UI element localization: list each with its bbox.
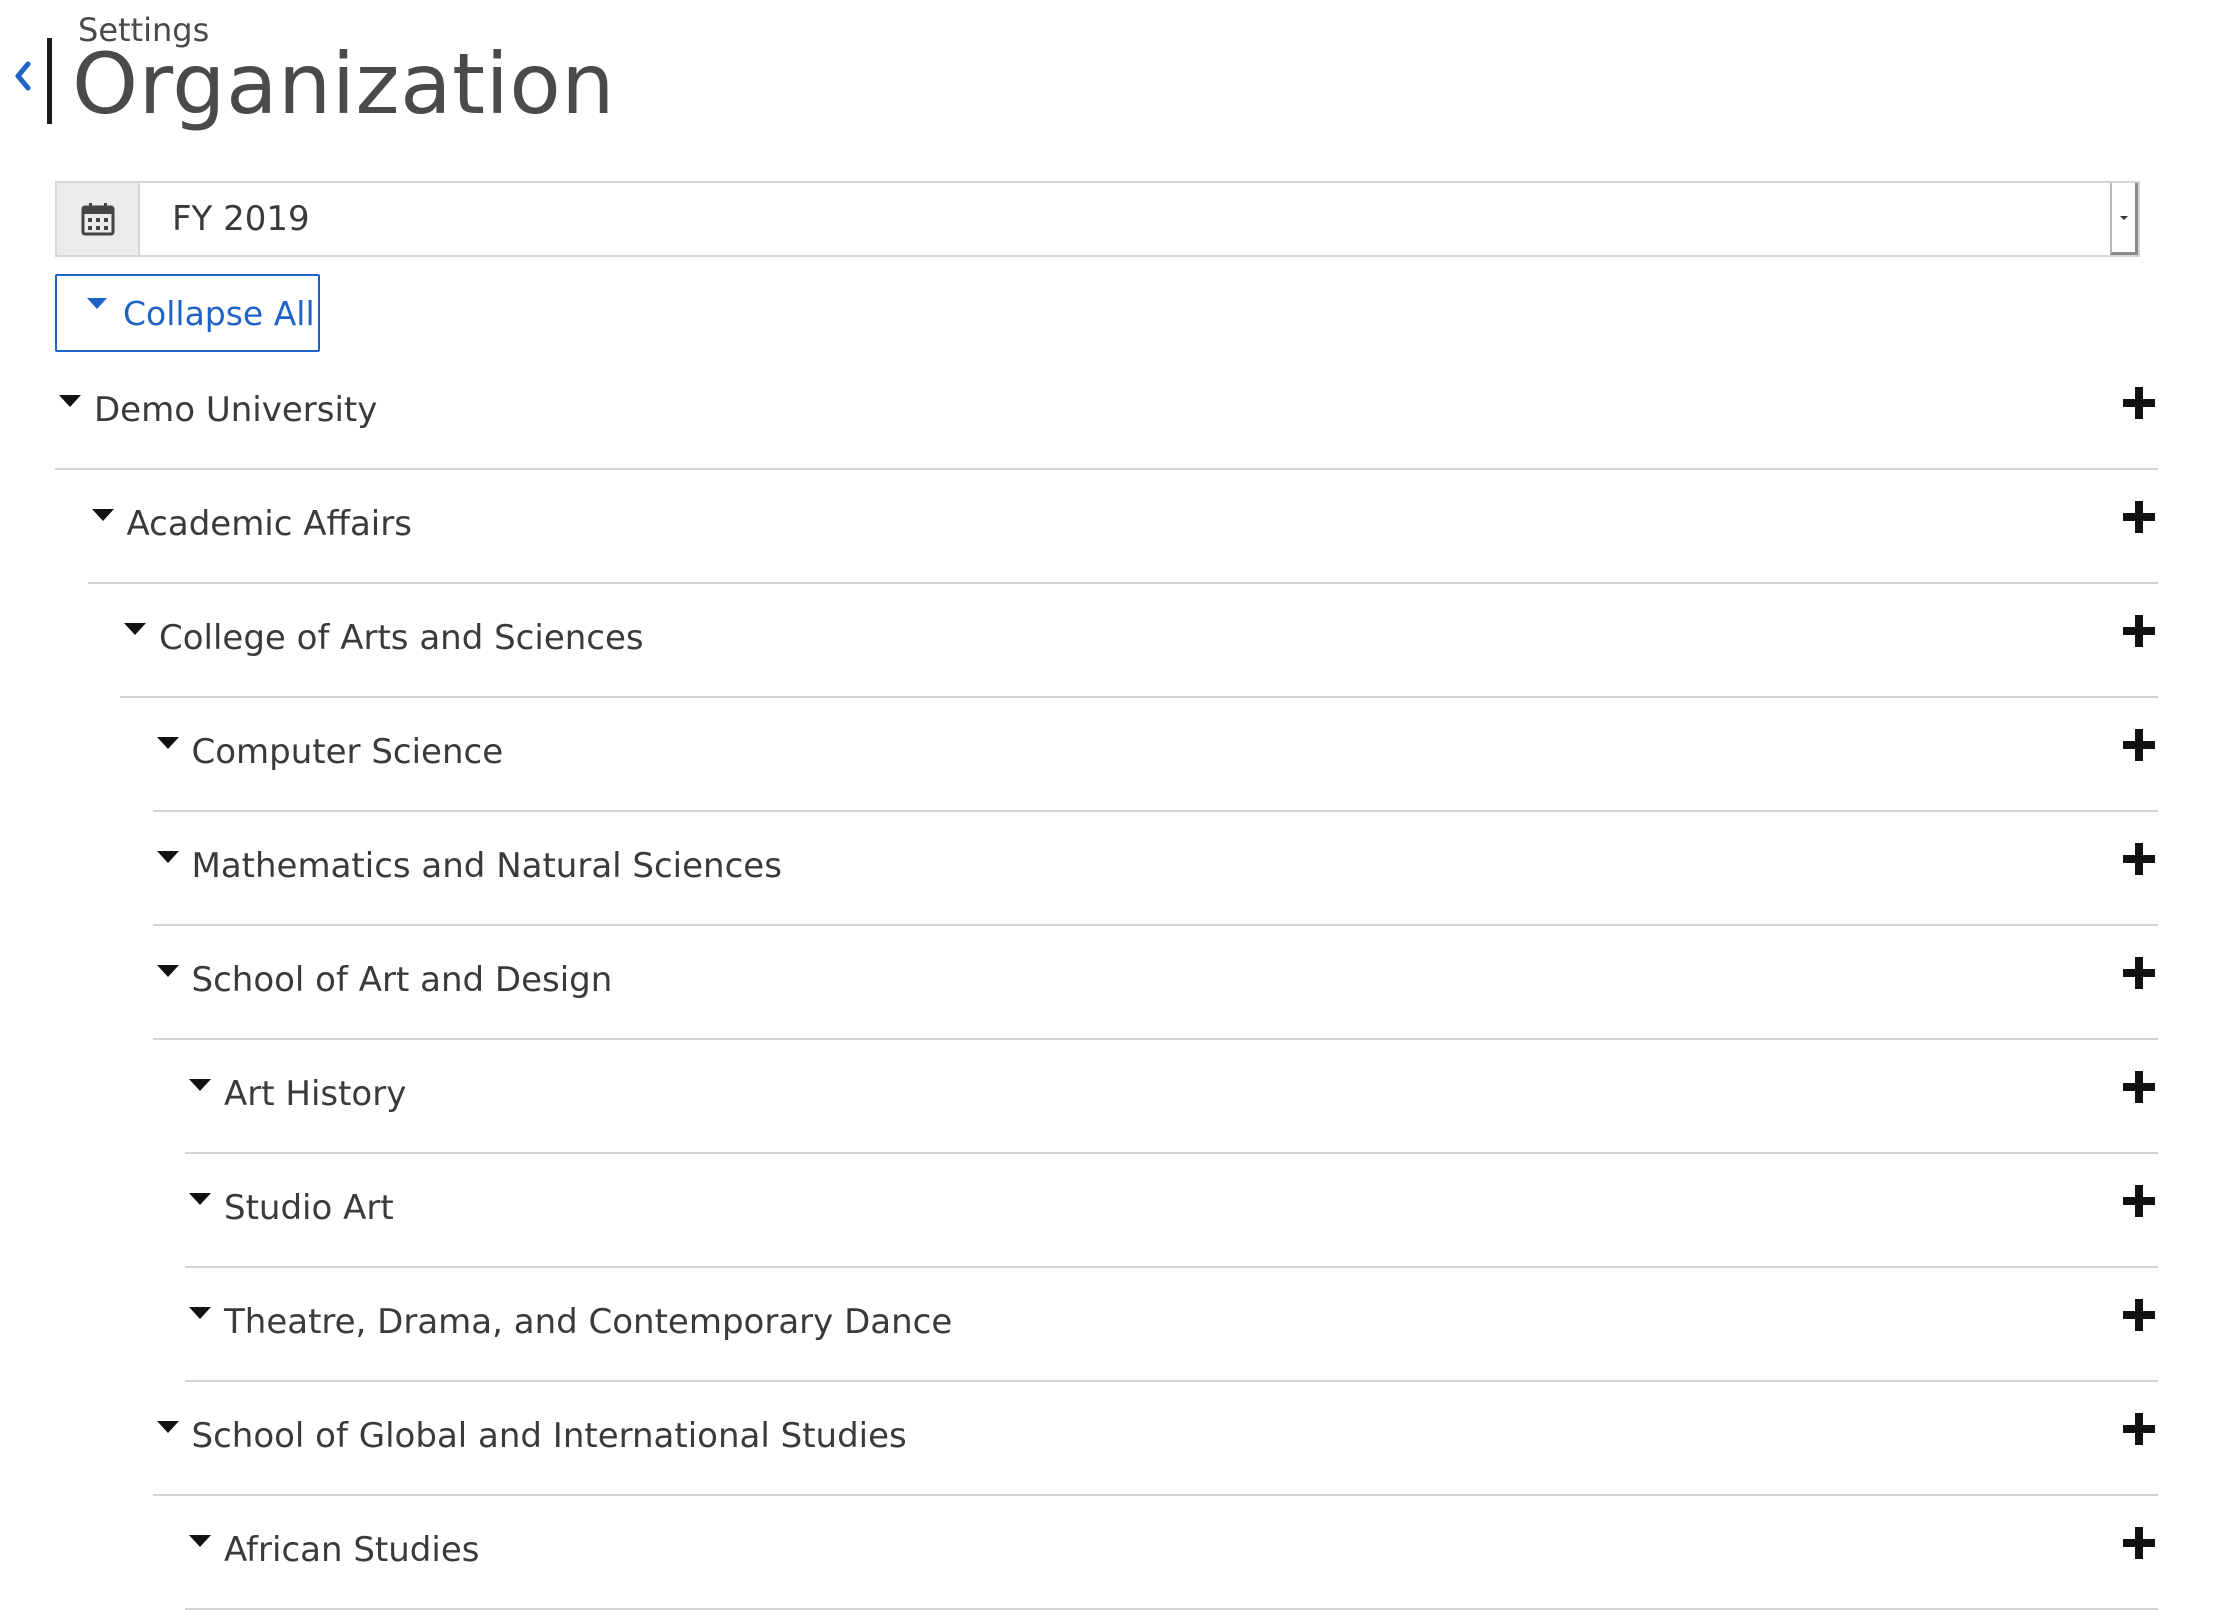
tree-row-label: Mathematics and Natural Sciences	[191, 846, 782, 886]
tree-row-label: African Studies	[224, 1530, 480, 1570]
caret-down-icon[interactable]	[189, 1192, 211, 1206]
caret-down-icon[interactable]	[124, 622, 146, 636]
tree-row-label: School of Art and Design	[191, 960, 613, 1000]
back-button[interactable]	[10, 56, 36, 100]
tree-row[interactable]: African Studies	[185, 1496, 2158, 1610]
chevron-left-icon	[13, 59, 33, 97]
tree-row[interactable]: Art History	[185, 1040, 2158, 1154]
caret-down-icon[interactable]	[91, 508, 114, 522]
plus-icon[interactable]	[2120, 1296, 2158, 1334]
tree-row[interactable]: College of Arts and Sciences	[120, 584, 2158, 698]
fiscal-year-value: FY 2019	[172, 199, 310, 239]
plus-icon[interactable]	[2120, 384, 2158, 422]
page-header: Settings Organization	[0, 0, 2224, 133]
tree-row-label: School of Global and International Studi…	[191, 1416, 907, 1456]
tree-row-label: Demo University	[94, 390, 378, 430]
caret-down-icon[interactable]	[189, 1078, 211, 1092]
plus-icon[interactable]	[2120, 1410, 2158, 1448]
plus-icon[interactable]	[2120, 498, 2158, 536]
page-title: Organization	[72, 35, 616, 133]
caret-down-icon[interactable]	[156, 1420, 179, 1434]
caret-down-icon[interactable]	[156, 964, 179, 978]
plus-icon[interactable]	[2120, 1182, 2158, 1220]
tree-row-label: Studio Art	[224, 1188, 394, 1228]
plus-icon[interactable]	[2120, 954, 2158, 992]
caret-down-icon[interactable]	[156, 736, 179, 750]
collapse-all-button[interactable]: Collapse All	[55, 274, 320, 352]
plus-icon[interactable]	[2120, 1524, 2158, 1562]
caret-down-icon[interactable]	[189, 1534, 211, 1548]
tree-row-label: Theatre, Drama, and Contemporary Dance	[224, 1302, 953, 1342]
caret-down-icon	[87, 298, 107, 309]
fiscal-year-select[interactable]: FY 2019	[55, 181, 2140, 257]
tree-row[interactable]: Academic Affairs	[87, 470, 2158, 584]
dropdown-caret-icon[interactable]	[2110, 183, 2138, 255]
plus-icon[interactable]	[2120, 726, 2158, 764]
caret-down-icon[interactable]	[156, 850, 179, 864]
tree-row[interactable]: Computer Science	[152, 698, 2158, 812]
caret-down-icon[interactable]	[59, 394, 81, 408]
tree-row[interactable]: Studio Art	[185, 1154, 2158, 1268]
caret-down-icon[interactable]	[189, 1306, 211, 1320]
plus-icon[interactable]	[2120, 612, 2158, 650]
collapse-all-label: Collapse All	[123, 293, 315, 333]
tree-row[interactable]: Demo University	[55, 356, 2158, 470]
tree-row-label: Academic Affairs	[126, 504, 412, 544]
tree-row-label: College of Arts and Sciences	[159, 618, 644, 658]
calendar-icon	[57, 183, 140, 255]
plus-icon[interactable]	[2120, 1068, 2158, 1106]
tree-row[interactable]: School of Art and Design	[152, 926, 2158, 1040]
tree-row-label: Art History	[224, 1074, 407, 1114]
tree-row[interactable]: Mathematics and Natural Sciences	[152, 812, 2158, 926]
tree-row[interactable]: Theatre, Drama, and Contemporary Dance	[185, 1268, 2158, 1382]
plus-icon[interactable]	[2120, 840, 2158, 878]
tree-row-label: Computer Science	[191, 732, 504, 772]
header-divider	[47, 38, 52, 124]
tree-row[interactable]: School of Global and International Studi…	[152, 1382, 2158, 1496]
